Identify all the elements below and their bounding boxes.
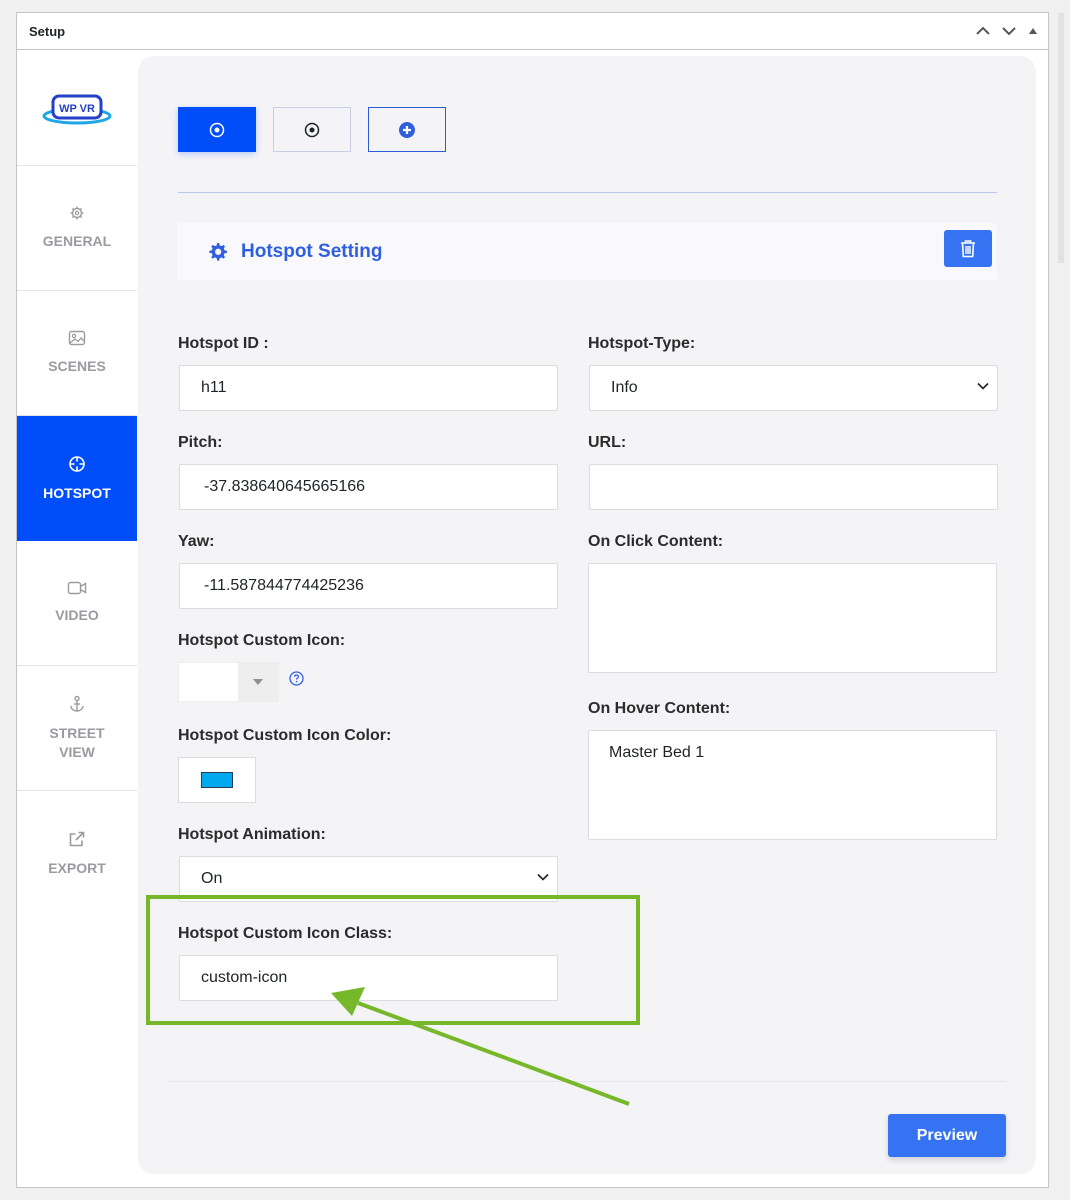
section-title: Hotspot Setting <box>241 240 383 262</box>
gear-icon <box>209 242 227 261</box>
gear-icon <box>70 206 84 220</box>
collapse-toggle-icon[interactable] <box>1028 27 1038 35</box>
delete-hotspot-button[interactable] <box>944 230 992 267</box>
icon-picker-dropdown[interactable] <box>238 663 278 701</box>
sidebar-item-label-line1: STREET <box>49 724 105 741</box>
sidebar-item-label-line2: VIEW <box>59 743 95 760</box>
preview-button[interactable]: Preview <box>888 1114 1006 1157</box>
color-swatch <box>201 772 233 788</box>
url-label: URL: <box>588 434 627 451</box>
sidebar-item-street-view[interactable]: STREET VIEW <box>17 666 137 791</box>
animation-label: Hotspot Animation: <box>178 826 326 843</box>
custom-icon-color-label: Hotspot Custom Icon Color: <box>178 727 392 744</box>
metabox-title: Setup <box>29 23 66 39</box>
sidebar-item-label: EXPORT <box>48 859 106 876</box>
sidebar-item-label: SCENES <box>48 358 106 374</box>
sidebar-item-export[interactable]: EXPORT <box>17 791 137 916</box>
sidebar-item-general[interactable]: GENERAL <box>17 166 137 291</box>
anchor-icon <box>70 695 84 712</box>
on-hover-content-textarea[interactable]: Master Bed 1 <box>588 730 997 840</box>
footer-divider <box>168 1081 1006 1082</box>
url-input[interactable] <box>589 464 998 510</box>
on-click-content-label: On Click Content: <box>588 533 724 550</box>
sidebar-item-label: HOTSPOT <box>43 484 111 501</box>
metabox-header: Setup <box>17 13 1048 50</box>
sidebar-item-label: GENERAL <box>42 233 112 249</box>
move-up-icon[interactable] <box>976 26 990 36</box>
sidebar-item-hotspot[interactable]: HOTSPOT <box>17 416 137 541</box>
caret-down-icon <box>253 679 263 685</box>
scrollbar[interactable] <box>1058 13 1064 263</box>
metabox-actions <box>976 26 1038 36</box>
video-icon <box>67 581 87 595</box>
custom-icon-picker[interactable] <box>178 662 279 702</box>
chevron-down-icon <box>977 382 989 390</box>
sidebar-item-scenes[interactable]: SCENES <box>17 291 137 416</box>
hotspot-id-label: Hotspot ID : <box>178 335 269 352</box>
target-icon <box>304 122 320 137</box>
on-hover-content-label: On Hover Content: <box>588 700 731 717</box>
crosshair-icon <box>69 455 85 472</box>
sidebar-item-video[interactable]: VIDEO <box>17 541 137 666</box>
hotspot-tab-1[interactable] <box>178 107 256 152</box>
hotspot-type-select[interactable]: Info <box>589 365 998 411</box>
section-divider <box>178 192 997 193</box>
hotspot-type-select-value: Info <box>611 379 638 396</box>
hotspot-tab-2[interactable] <box>273 107 351 152</box>
highlight-box <box>146 895 640 1025</box>
wpvr-logo: WP VR <box>42 94 112 125</box>
icon-color-picker[interactable] <box>178 757 256 803</box>
plus-circle-icon <box>399 121 415 138</box>
target-icon <box>209 122 225 137</box>
hotspot-tabs <box>178 107 446 152</box>
hotspot-setting-header: Hotspot Setting <box>178 223 997 280</box>
animation-select-value: On <box>201 870 223 887</box>
external-link-icon <box>69 831 85 846</box>
sidebar-item-label: VIDEO <box>55 607 99 623</box>
svg-text:WP VR: WP VR <box>59 103 95 115</box>
custom-icon-label: Hotspot Custom Icon: <box>178 632 346 649</box>
image-icon <box>68 330 86 346</box>
add-hotspot-button[interactable] <box>368 107 446 152</box>
pitch-input[interactable]: -37.838640645665166 <box>179 464 558 510</box>
trash-icon <box>961 240 975 258</box>
sidebar: WP VR GENERAL SCENES HOTSPOT VIDEO STREE… <box>17 51 137 916</box>
help-icon[interactable] <box>289 671 304 691</box>
yaw-label: Yaw: <box>178 533 215 550</box>
logo-cell: WP VR <box>17 51 137 166</box>
move-down-icon[interactable] <box>1002 26 1016 36</box>
on-click-content-textarea[interactable] <box>588 563 997 673</box>
chevron-down-icon <box>537 873 549 881</box>
yaw-input[interactable]: -11.587844774425236 <box>179 563 558 609</box>
pitch-label: Pitch: <box>178 434 223 451</box>
hotspot-id-input[interactable]: h11 <box>179 365 558 411</box>
hotspot-type-label: Hotspot-Type: <box>588 335 696 352</box>
